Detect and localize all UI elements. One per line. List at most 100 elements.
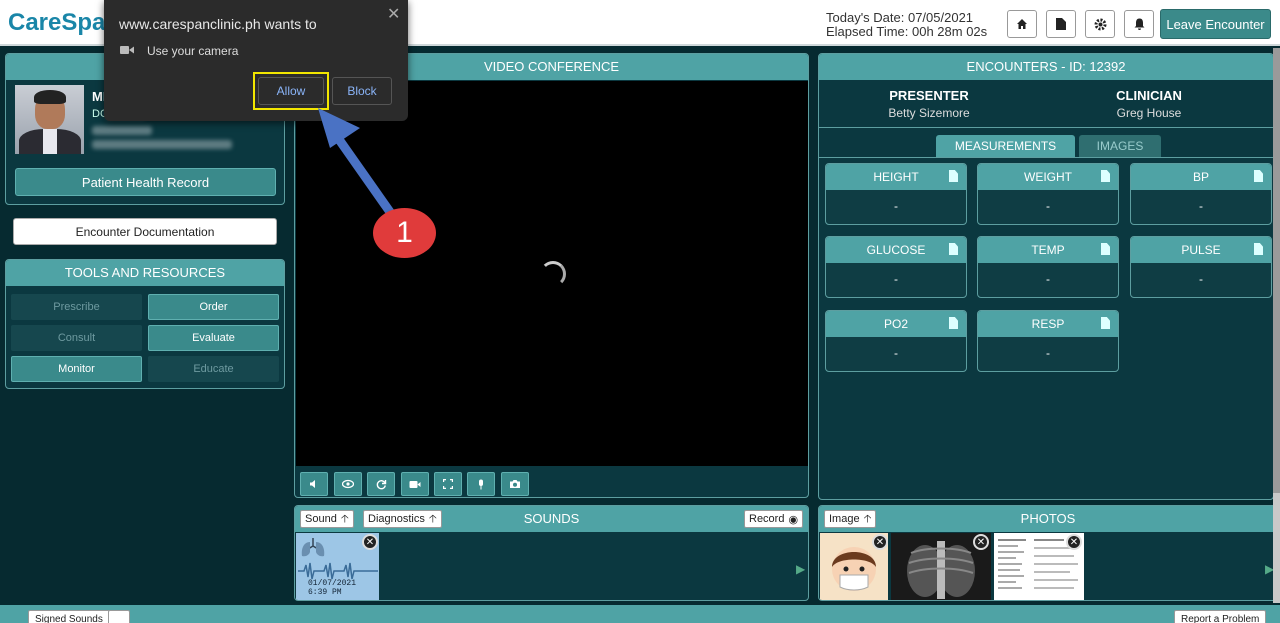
step-number-badge: 1 [373,208,436,258]
notifications-button[interactable] [1124,10,1154,38]
upload-arrow-icon: 🡡 [340,512,349,525]
view-toggle-button[interactable] [334,472,362,496]
microphone-button[interactable] [467,472,495,496]
measurement-pulse[interactable]: PULSE - [1130,236,1272,298]
document-icon [1101,243,1110,255]
redacted-info [92,140,232,149]
delete-photo-icon[interactable]: ✕ [973,534,989,550]
patient-avatar [15,85,84,154]
elapsed-time: Elapsed Time: 00h 28m 02s [826,24,988,39]
measurement-label: WEIGHT [1024,170,1072,184]
photo-thumbnail[interactable]: ✕ [994,533,1084,600]
delete-sound-icon[interactable]: ✕ [362,534,378,550]
sounds-panel: SOUNDS Sound 🡡 Diagnostics 🡡 Record ◉ ✕ 01/… [294,505,809,601]
upload-diagnostics-button[interactable]: Diagnostics 🡡 [363,510,442,528]
upload-arrow-icon: 🡡 [863,512,872,525]
document-icon [949,317,958,329]
sound-thumbnail[interactable]: ✕ 01/07/2021 6:39 PM [296,533,379,600]
footer-toggle-button[interactable] [108,610,130,623]
document-icon [1056,18,1066,30]
permission-title: www.carespanclinic.ph wants to [119,16,317,32]
measurement-temp[interactable]: TEMP - [977,236,1119,298]
measurement-po2[interactable]: PO2 - [825,310,967,372]
redacted-info [92,126,152,135]
measurement-value: - [894,346,898,360]
record-button[interactable]: Record ◉ [744,510,804,528]
camera-icon [409,480,421,488]
refresh-icon [376,479,386,489]
upload-arrow-icon: 🡡 [428,512,437,525]
permission-request-text: Use your camera [147,44,239,58]
document-icon [1101,317,1110,329]
tools-panel: TOOLS AND RESOURCES Prescribe Order Cons… [5,259,285,389]
measurement-label: RESP [1031,317,1065,331]
scroll-right-icon[interactable]: ▶ [796,562,805,576]
home-button[interactable] [1007,10,1037,38]
sound-timestamp: 01/07/2021 6:39 PM [308,579,357,597]
measurement-value: - [894,199,898,213]
settings-button[interactable] [1085,10,1115,38]
document-icon [949,243,958,255]
eye-icon [342,479,354,489]
measurement-value: - [1046,199,1050,213]
signed-sounds-button[interactable]: Signed Sounds [28,610,110,623]
upload-image-button[interactable]: Image 🡡 [824,510,877,528]
tab-images[interactable]: IMAGES [1079,135,1161,157]
record-icon: ◉ [788,513,799,526]
fullscreen-icon [443,479,453,489]
presenter-label: PRESENTER [889,88,969,103]
photos-panel: PHOTOS Image 🡡 ✕ ✕ ✕ ▶ [818,505,1278,601]
bell-icon [1134,18,1144,30]
switch-camera-button[interactable] [367,472,395,496]
delete-photo-icon[interactable]: ✕ [1066,534,1082,550]
tool-prescribe[interactable]: Prescribe [11,294,142,320]
measurement-value: - [1199,272,1203,286]
measurement-weight[interactable]: WEIGHT - [977,163,1119,225]
document-icon [1254,243,1263,255]
tool-educate[interactable]: Educate [148,356,279,382]
snapshot-icon [510,480,520,488]
gear-icon [1094,18,1106,30]
tools-panel-title: TOOLS AND RESOURCES [6,260,284,286]
delete-photo-icon[interactable]: ✕ [872,534,888,550]
snapshot-button[interactable] [501,472,529,496]
documents-button[interactable] [1046,10,1076,38]
camera-toggle-button[interactable] [401,472,429,496]
date-time-block: Today's Date: 07/05/2021 Elapsed Time: 0… [826,11,987,39]
photo-thumbnail[interactable]: ✕ [891,533,991,600]
measurement-label: HEIGHT [873,170,919,184]
photo-thumbnail[interactable]: ✕ [820,533,888,600]
measurement-glucose[interactable]: GLUCOSE - [825,236,967,298]
close-icon[interactable]: ✕ [387,4,400,24]
encounter-documentation-button[interactable]: Encounter Documentation [13,218,277,245]
measurement-value: - [1199,199,1203,213]
patient-health-record-button[interactable]: Patient Health Record [15,168,276,196]
tab-measurements[interactable]: MEASUREMENTS [936,135,1075,157]
app-logo: CareSpa [8,9,106,36]
clinician-label: CLINICIAN [1116,88,1182,103]
measurement-height[interactable]: HEIGHT - [825,163,967,225]
tool-order[interactable]: Order [148,294,279,320]
loading-spinner-icon [540,261,566,287]
upload-sound-button[interactable]: Sound 🡡 [300,510,354,528]
measurement-resp[interactable]: RESP - [977,310,1119,372]
tool-evaluate[interactable]: Evaluate [148,325,279,351]
mute-button[interactable] [300,472,328,496]
footer-bar: Signed Sounds Report a Problem [0,605,1280,623]
measurement-label: BP [1192,170,1209,184]
measurement-label: PULSE [1181,243,1221,257]
tool-consult[interactable]: Consult [11,325,142,351]
measurement-bp[interactable]: BP - [1130,163,1272,225]
todays-date: Today's Date: 07/05/2021 [826,10,974,25]
tool-monitor[interactable]: Monitor [11,356,142,382]
report-problem-button[interactable]: Report a Problem [1174,610,1267,623]
microphone-icon [479,479,483,489]
scrollbar-thumb[interactable] [1273,48,1280,493]
waveform-icon [298,562,378,580]
page-scrollbar[interactable] [1273,48,1280,603]
encounters-panel: ENCOUNTERS - ID: 12392 PRESENTER Betty S… [818,53,1274,500]
home-icon [1017,19,1027,29]
measurement-label: TEMP [1031,243,1065,257]
fullscreen-button[interactable] [434,472,462,496]
leave-encounter-button[interactable]: Leave Encounter [1160,9,1271,39]
